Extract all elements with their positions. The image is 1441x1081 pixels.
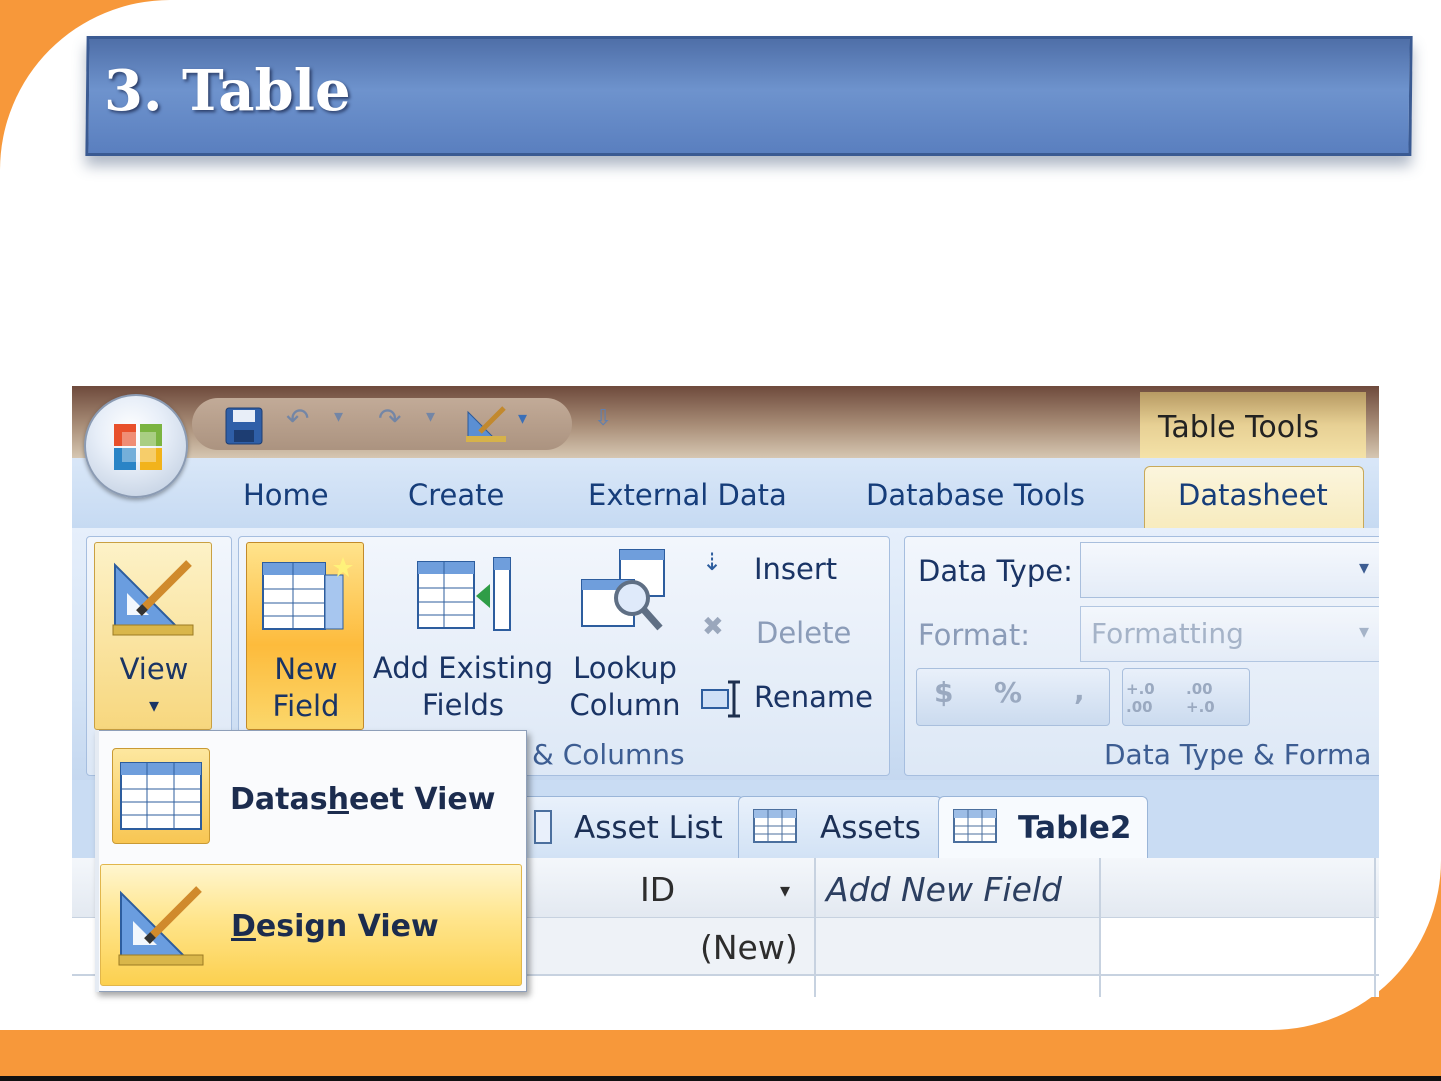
tab-external-data[interactable]: External Data [588,478,787,512]
new-field-line2: Field [272,689,340,723]
column-divider [1099,858,1101,997]
table-icon [534,810,552,844]
add-existing-fields-button[interactable]: Add Existing Fields [370,542,556,730]
chevron-down-icon: ▾ [1359,619,1370,643]
table-icon [753,809,797,843]
add-existing-line1: Add Existing [372,651,554,685]
increase-decimals-button[interactable]: +.0 .00 [1126,680,1184,716]
view-dropdown-arrow: ▾ [148,693,160,717]
add-existing-fields-icon [417,557,511,631]
new-field-line1: New [274,652,338,686]
view-button[interactable]: View ▾ [94,542,212,730]
customize-toolbar-icon[interactable]: ▾ [518,408,527,429]
new-field-icon [262,557,353,630]
slide-title: 3. Table [104,58,351,124]
insert-button[interactable]: ⇣ Insert [698,548,878,594]
data-type-select[interactable]: ▾ [1080,542,1379,598]
lookup-line1: Lookup [573,651,677,685]
view-icon[interactable] [464,404,508,444]
undo-icon[interactable]: ↶ [286,402,309,435]
office-button[interactable] [84,394,188,498]
data-type-formatting-group-label: Data Type & Forma [1104,738,1372,771]
new-field-button[interactable]: New Field [246,542,364,730]
fields-columns-group-label: & Columns [532,738,685,771]
slide-bottom-edge [0,1076,1441,1081]
redo-icon[interactable]: ↷ [378,402,401,435]
format-value: Formatting [1091,617,1244,650]
new-row-id-value: (New) [700,928,798,967]
tab-datasheet[interactable]: Datasheet [1178,478,1328,512]
menu-icon-column [95,730,99,992]
currency-button[interactable]: $ [934,676,953,709]
column-divider [1374,858,1376,997]
percent-button[interactable]: % [994,676,1022,709]
delete-button[interactable]: ✖ Delete [698,612,878,658]
delete-label: Delete [756,616,852,650]
lookup-column-button[interactable]: Lookup Column [562,542,688,730]
rename-button[interactable]: Rename [698,676,878,722]
insert-column-icon: ⇣ [702,548,723,576]
new-row-add-field-cell[interactable] [816,918,1099,974]
lookup-line2: Column [569,688,681,722]
tab-home[interactable]: Home [243,478,329,512]
add-existing-line2: Fields [421,688,505,722]
chevron-down-icon: ▾ [1359,555,1370,579]
rename-label: Rename [754,680,873,714]
tab-database-tools[interactable]: Database Tools [866,478,1085,512]
menu-item-design-view-label: Design View [231,909,439,944]
format-label: Format: [918,618,1030,652]
column-divider [814,858,816,997]
save-icon[interactable] [224,406,264,446]
design-view-icon [118,886,204,966]
chevron-down-icon[interactable]: ▾ [780,878,790,902]
comma-button[interactable]: , [1074,674,1085,707]
doctab-assets-label: Assets [820,810,921,846]
doctab-table2-label: Table2 [1018,810,1132,846]
datasheet-view-icon [112,748,210,844]
menu-item-design-view[interactable]: Design View [100,864,522,986]
data-type-label: Data Type: [918,554,1073,588]
lookup-column-icon [581,549,665,631]
menu-item-datasheet-view[interactable]: Datasheet View [100,738,522,860]
table-tools-label: Table Tools [1158,410,1320,445]
design-view-icon [112,560,194,636]
menu-item-datasheet-view-label: Datasheet View [230,782,496,817]
format-select[interactable]: Formatting ▾ [1080,606,1379,662]
view-label: View [119,652,189,686]
delete-column-icon: ✖ [702,612,724,642]
column-header-add-new-field[interactable]: Add New Field [826,870,1062,909]
table-icon [953,809,997,843]
insert-label: Insert [754,552,838,586]
undo-dropdown-icon[interactable]: ▾ [334,406,343,427]
tab-create[interactable]: Create [408,478,504,512]
redo-dropdown-icon[interactable]: ▾ [426,406,435,427]
decrease-decimals-button[interactable]: .00 +.0 [1186,680,1244,716]
office-logo-icon [114,424,162,470]
more-commands-icon[interactable]: ⇩ [594,406,612,431]
column-header-id[interactable]: ID [640,870,675,909]
doctab-asset-list-label: Asset List [574,810,723,846]
rename-column-icon [701,680,740,718]
